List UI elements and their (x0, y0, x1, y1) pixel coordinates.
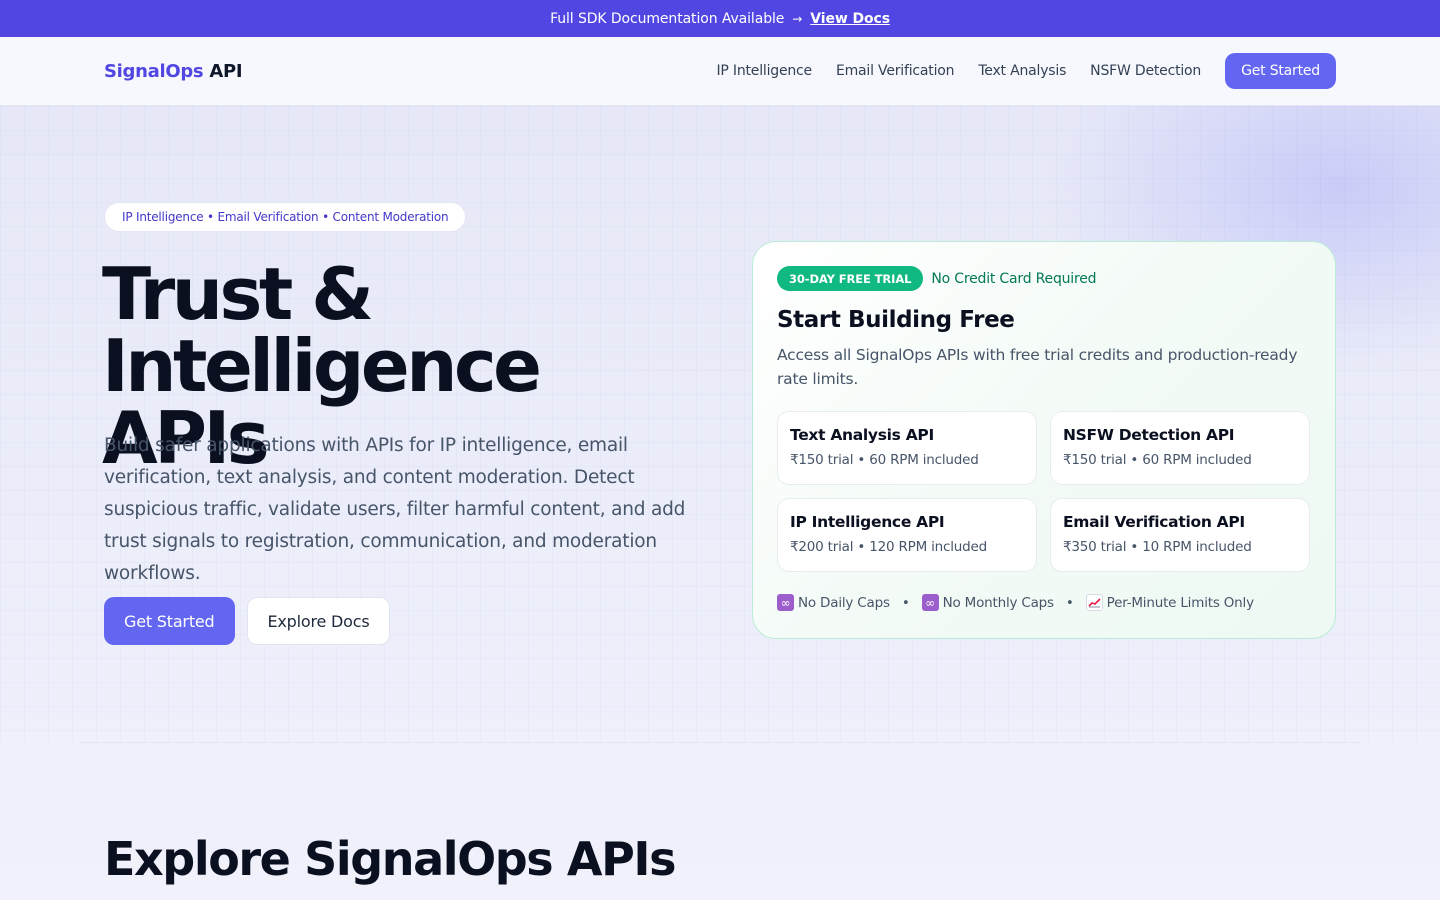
limit-no-monthly-caps: ∞ No Monthly Caps (921, 594, 1054, 611)
logo[interactable]: SignalOps API (104, 60, 243, 82)
limit-label: No Monthly Caps (942, 594, 1054, 611)
limit-no-daily-caps: ∞ No Daily Caps (777, 594, 890, 611)
get-started-button[interactable]: Get Started (104, 597, 235, 645)
trial-card-description: Access all SignalOps APIs with free tria… (777, 346, 1298, 388)
api-name: IP Intelligence API (790, 513, 945, 531)
infinity-icon: ∞ (777, 594, 794, 611)
chart-up-icon (1085, 594, 1103, 611)
api-meta: ₹350 trial • 10 RPM included (1063, 539, 1252, 555)
explore-docs-button[interactable]: Explore Docs (246, 597, 391, 645)
api-card-text-analysis[interactable]: Text Analysis API ₹150 trial • 60 RPM in… (777, 411, 1037, 485)
site-header: SignalOps API IP Intelligence Email Veri… (0, 37, 1440, 106)
hero-description: Build safer applications with APIs for I… (104, 435, 686, 584)
nav-email-verification[interactable]: Email Verification (836, 63, 955, 79)
announcement-text: Full SDK Documentation Available (550, 10, 785, 27)
hero-actions: Get Started Explore Docs (104, 597, 391, 645)
limit-label: Per-Minute Limits Only (1106, 594, 1254, 611)
api-card-ip-intelligence[interactable]: IP Intelligence API ₹200 trial • 120 RPM… (777, 498, 1037, 572)
section-divider (80, 742, 1360, 743)
api-meta: ₹150 trial • 60 RPM included (1063, 452, 1252, 468)
api-name: Text Analysis API (790, 426, 934, 444)
hero-tag-pill: IP Intelligence • Email Verification • C… (104, 202, 467, 232)
api-meta: ₹200 trial • 120 RPM included (790, 539, 988, 555)
announcement-bar: Full SDK Documentation Available → View … (0, 0, 1440, 37)
api-card-nsfw-detection[interactable]: NSFW Detection API ₹150 trial • 60 RPM i… (1050, 411, 1310, 485)
limit-label: No Daily Caps (798, 594, 890, 611)
limits-row: ∞ No Daily Caps • ∞ No Monthly Caps • Pe… (777, 594, 1311, 611)
hero-title-line1: Trust & (102, 252, 374, 336)
arrow-right-icon: → (792, 11, 803, 26)
limit-per-minute-only: Per-Minute Limits Only (1085, 594, 1254, 611)
nav-text-analysis[interactable]: Text Analysis (978, 63, 1066, 79)
hero-section: IP Intelligence • Email Verification • C… (0, 106, 1440, 900)
separator-dot: • (1065, 594, 1074, 611)
api-name: NSFW Detection API (1063, 426, 1235, 444)
no-credit-card-text: No Credit Card Required (931, 270, 1097, 287)
free-trial-card: 30-DAY FREE TRIAL No Credit Card Require… (752, 241, 1336, 639)
main-nav: IP Intelligence Email Verification Text … (716, 53, 1336, 89)
api-meta: ₹150 trial • 60 RPM included (790, 452, 979, 468)
explore-section-title: Explore SignalOps APIs (104, 832, 677, 886)
nav-nsfw-detection[interactable]: NSFW Detection (1090, 63, 1201, 79)
separator-dot: • (901, 594, 910, 611)
api-card-email-verification[interactable]: Email Verification API ₹350 trial • 10 R… (1050, 498, 1310, 572)
nav-ip-intelligence[interactable]: IP Intelligence (716, 63, 812, 79)
header-get-started-button[interactable]: Get Started (1225, 53, 1336, 89)
trial-card-title: Start Building Free (777, 307, 1015, 333)
logo-brand: SignalOps (104, 60, 204, 82)
api-trial-grid: Text Analysis API ₹150 trial • 60 RPM in… (777, 411, 1311, 572)
view-docs-link[interactable]: View Docs (810, 11, 890, 27)
infinity-icon: ∞ (921, 594, 939, 611)
logo-suffix: API (209, 60, 243, 82)
api-name: Email Verification API (1063, 513, 1245, 531)
trial-header: 30-DAY FREE TRIAL No Credit Card Require… (777, 266, 1311, 291)
trial-badge: 30-DAY FREE TRIAL (777, 266, 924, 291)
